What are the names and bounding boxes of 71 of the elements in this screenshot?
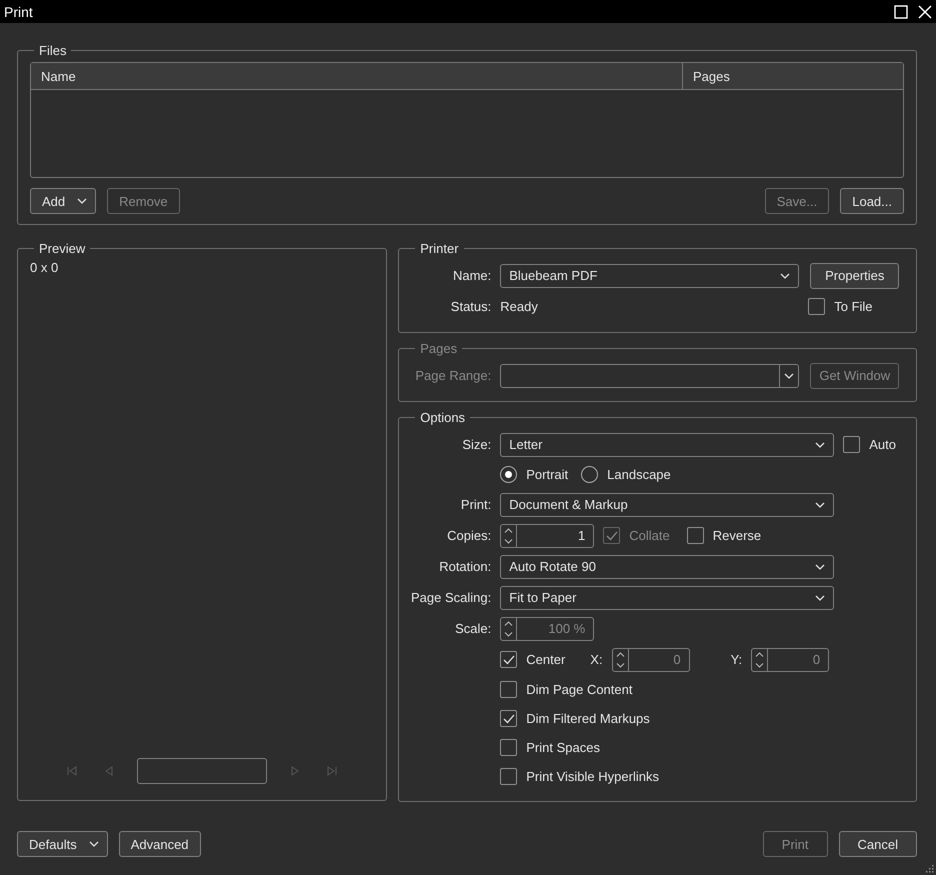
dropdown-button[interactable]: Add (30, 188, 96, 214)
field-label: Page Range: (414, 368, 492, 383)
checkbox-label: Dim Page Content (526, 682, 632, 697)
checkmark-icon (502, 714, 515, 724)
group-title: Files (38, 43, 68, 58)
caret-icon (77, 198, 88, 204)
group-title: Pages (419, 341, 458, 356)
checkbox[interactable] (500, 651, 518, 668)
checkbox[interactable] (808, 298, 826, 315)
caret-icon (784, 372, 794, 378)
field-label: Name: (452, 268, 492, 283)
checkbox-label: Auto (869, 437, 896, 452)
caret-icon (815, 594, 826, 600)
checkbox-label: Print Visible Hyperlinks (526, 769, 659, 784)
field-label: X: (590, 652, 603, 667)
button[interactable]: Cancel (838, 831, 917, 857)
status-value: Ready (500, 299, 539, 314)
checkbox-label: Center (526, 652, 566, 667)
button[interactable]: Load... (840, 188, 904, 214)
field-label: Y: (730, 652, 742, 667)
dropdown[interactable]: Fit to Paper (500, 586, 834, 610)
preview-size: 0 x 0 (30, 260, 60, 275)
field-label: Rotation: (438, 559, 492, 574)
printer-dropdown[interactable]: Bluebeam PDF (500, 264, 800, 288)
checkbox-label: Print Spaces (526, 740, 600, 755)
field-label: Page Scaling: (410, 590, 492, 605)
spinner-field[interactable]: 0 (751, 648, 830, 672)
caret-icon (815, 564, 826, 570)
checkbox-label: Collate (629, 528, 670, 543)
column-header[interactable]: Name (31, 63, 683, 89)
checkbox[interactable] (500, 739, 518, 756)
spinner-field[interactable]: 1 (500, 524, 594, 548)
field-label: Size: (461, 437, 492, 452)
caret-icon (780, 272, 790, 278)
group-title: Printer (419, 241, 460, 256)
checkbox[interactable] (500, 768, 518, 785)
resize-grip-icon[interactable] (926, 865, 934, 873)
checkbox[interactable] (843, 436, 860, 453)
checkbox[interactable] (500, 681, 518, 698)
page-field[interactable] (137, 758, 268, 784)
checkbox-label: Reverse (712, 528, 762, 543)
checkbox-label: Dim Filtered Markups (526, 711, 650, 726)
field-label: Copies: (446, 528, 492, 543)
maximize-icon[interactable] (894, 4, 908, 18)
dropdown[interactable]: Auto Rotate 90 (500, 554, 834, 578)
field-label: Print: (460, 497, 492, 512)
window-title: Print (4, 4, 33, 20)
radio-label: Portrait (526, 467, 568, 482)
radio-label: Landscape (607, 467, 671, 482)
checkbox[interactable] (500, 710, 518, 727)
properties-button[interactable]: Properties (810, 262, 900, 288)
radio-button[interactable] (500, 466, 518, 483)
caret-icon (815, 502, 826, 508)
checkbox-label: To File (834, 299, 873, 314)
column-header[interactable]: Pages (683, 63, 903, 89)
caret-icon (88, 841, 99, 847)
spinner-field[interactable]: 0 (612, 648, 690, 672)
field-label: Scale: (454, 621, 492, 636)
dropdown[interactable]: Document & Markup (500, 492, 834, 516)
group-title: Options (419, 410, 466, 425)
button[interactable]: Advanced (118, 831, 201, 857)
dropdown[interactable]: Letter (500, 432, 834, 456)
group-title: Preview (38, 241, 86, 256)
checkmark-icon (502, 654, 515, 664)
radio-button[interactable] (581, 466, 598, 483)
dropdown-button[interactable]: Defaults (17, 831, 108, 857)
checkmark-icon (606, 530, 618, 540)
close-icon[interactable] (918, 4, 932, 18)
field-label: Status: (450, 299, 492, 314)
caret-icon (815, 442, 826, 448)
checkbox[interactable] (686, 527, 704, 544)
